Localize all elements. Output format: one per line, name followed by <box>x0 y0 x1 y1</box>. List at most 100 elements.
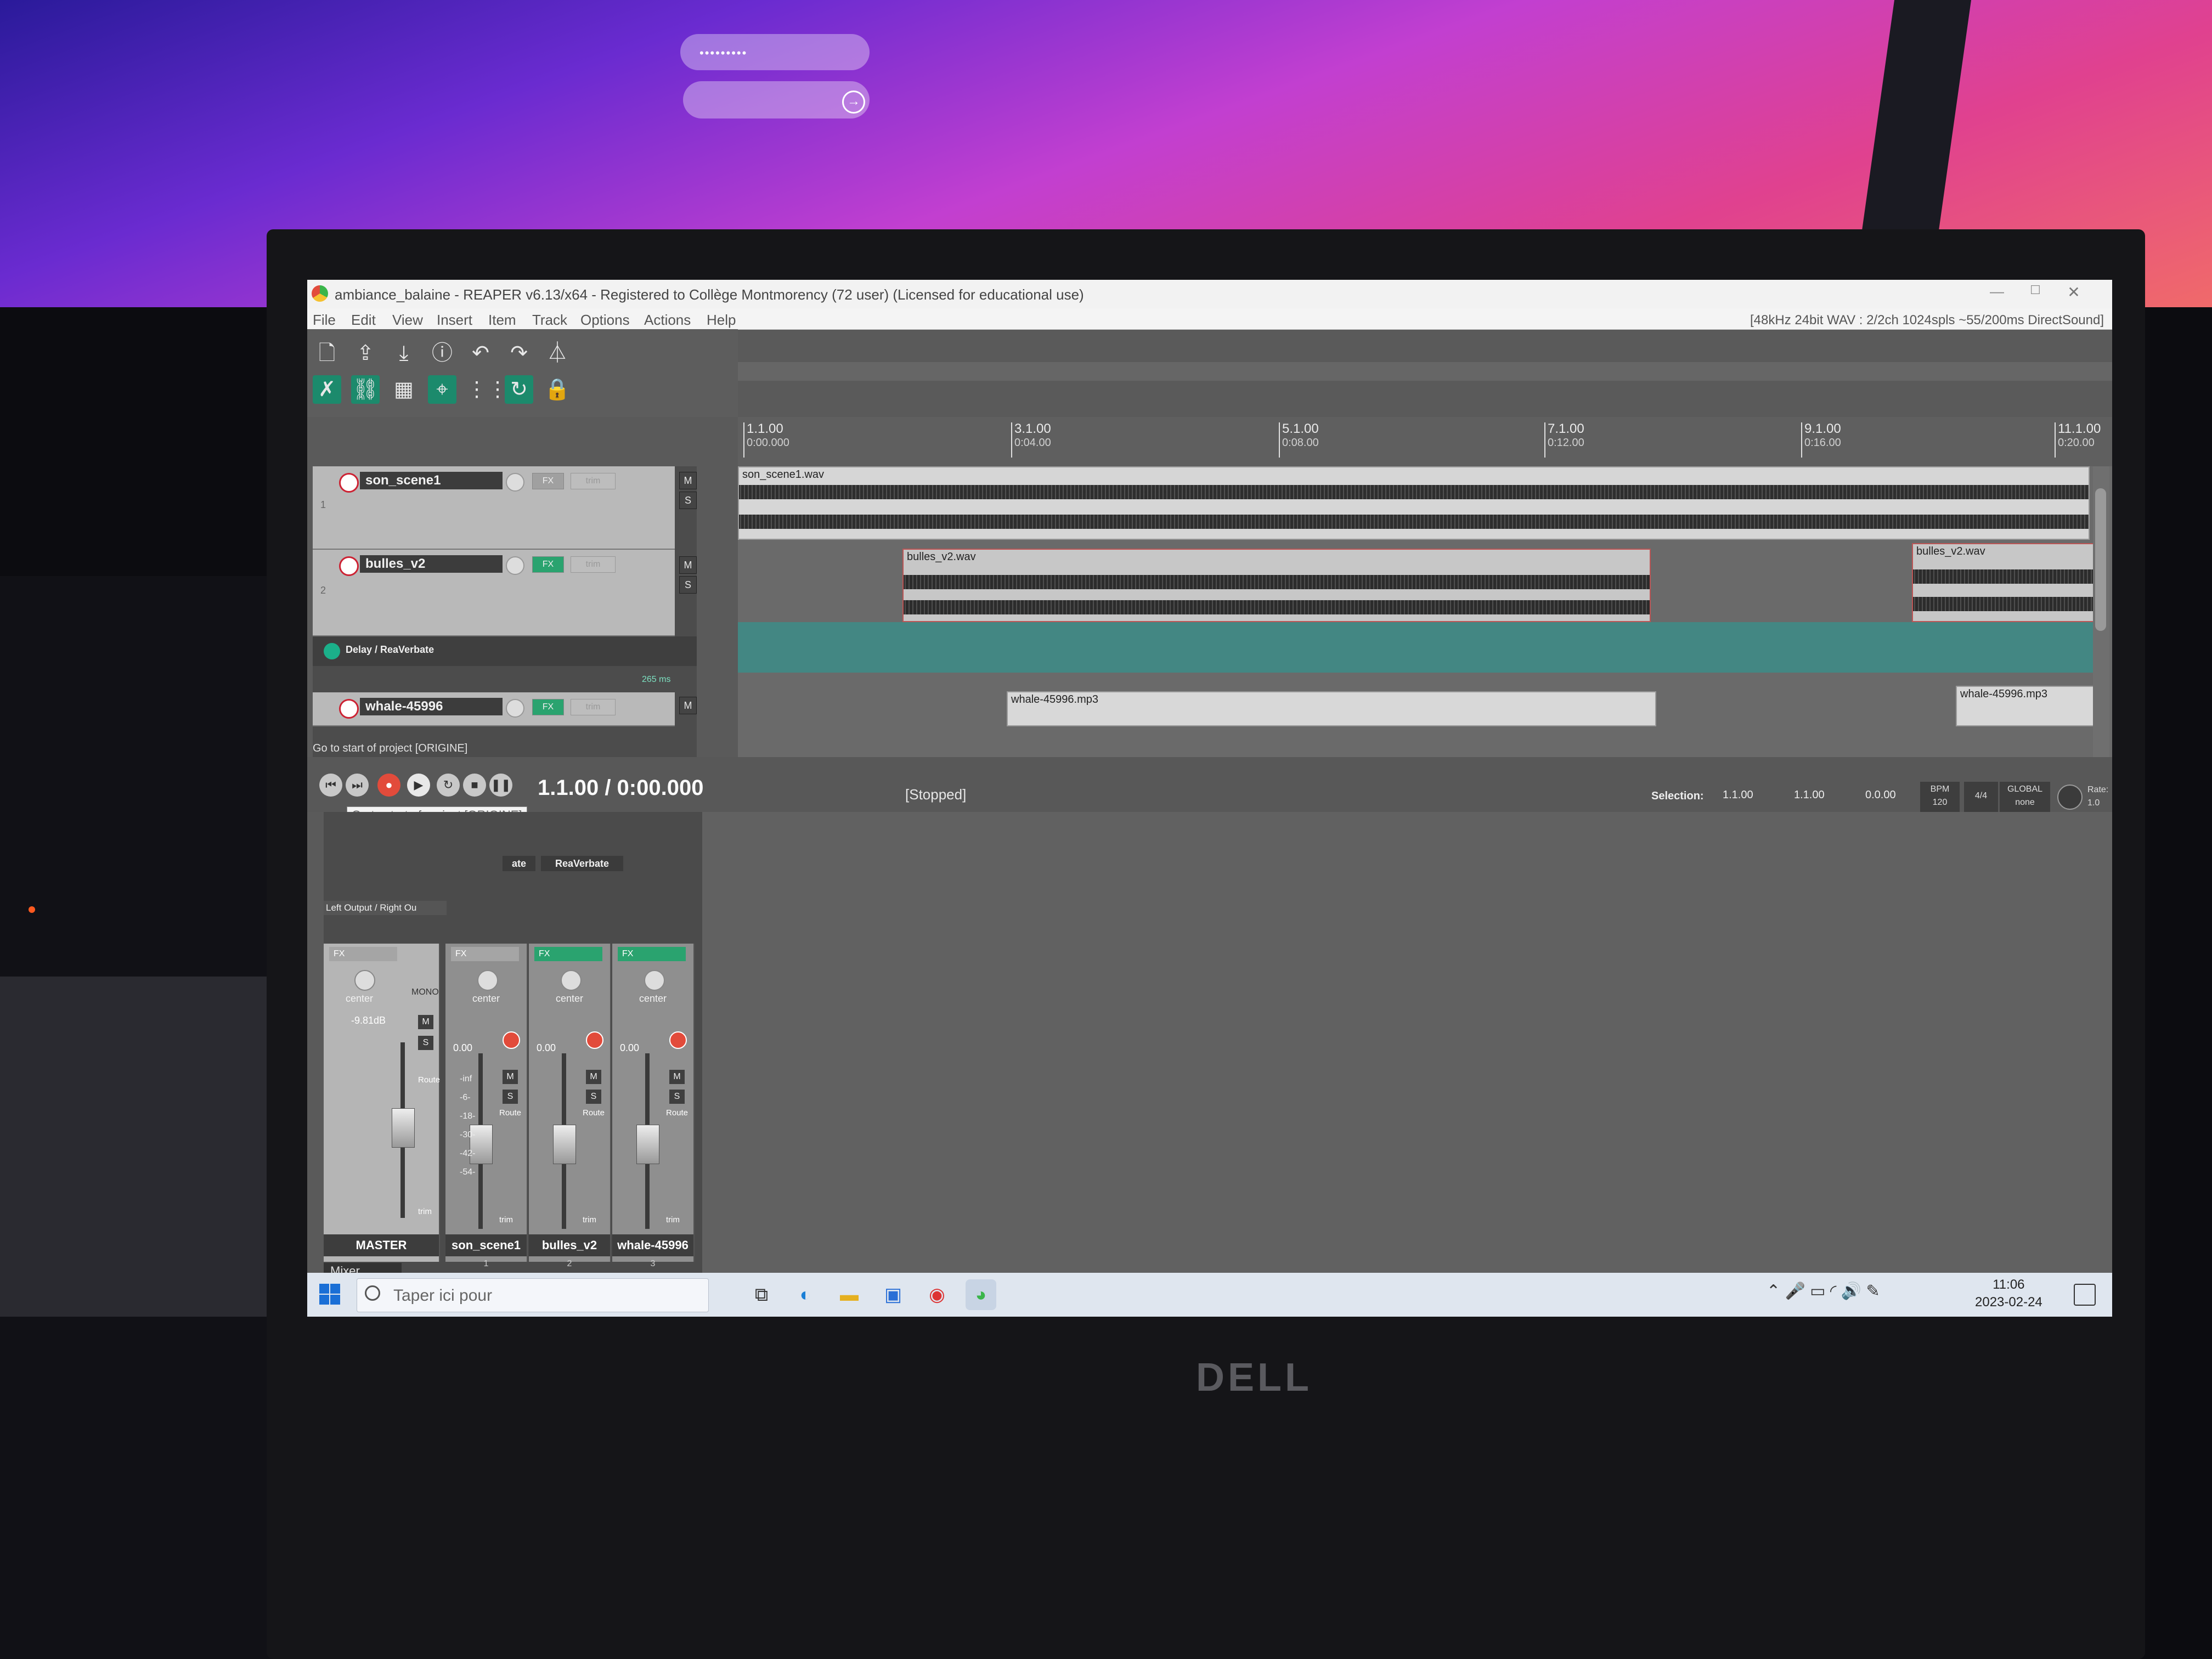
route-button[interactable]: Route <box>583 1108 605 1118</box>
menu-track[interactable]: Track <box>532 312 567 329</box>
volume-fader[interactable] <box>553 1125 576 1164</box>
trim-button[interactable]: trim <box>499 1215 513 1224</box>
redo-icon[interactable]: ↷ <box>505 339 533 368</box>
trim-button[interactable]: trim <box>583 1215 596 1224</box>
fx-button[interactable]: FX <box>532 699 564 715</box>
media-item-son-scene1[interactable]: son_scene1.wav <box>738 466 2090 540</box>
record-arm-button[interactable] <box>503 1031 520 1049</box>
arrange-view[interactable]: son_scene1.wav bulles_v2.wav bulles_v2.w… <box>738 466 2112 774</box>
mute-button[interactable]: M <box>679 697 697 714</box>
mute-button[interactable]: M <box>586 1070 601 1084</box>
minimize-button[interactable]: — <box>1986 283 2008 303</box>
media-item-whale[interactable]: whale-45996.mp3 <box>1007 691 1656 726</box>
route-button[interactable]: Route <box>666 1108 688 1118</box>
track-panel-whale[interactable]: whale-45996 FX trim <box>313 692 675 726</box>
mute-button[interactable]: M <box>669 1070 685 1084</box>
maximize-button[interactable]: ☐ <box>2024 283 2046 303</box>
rate-knob[interactable] <box>2057 785 2083 810</box>
route-button[interactable]: Route <box>499 1108 521 1118</box>
reaper-taskbar-icon[interactable]: ◕ <box>966 1279 996 1310</box>
pan-knob[interactable] <box>354 970 375 991</box>
metronome-icon[interactable]: ⏃ <box>543 339 572 368</box>
master-output-routing[interactable]: Left Output / Right Ou <box>324 901 447 915</box>
go-to-start-button[interactable]: ⏮ <box>319 774 342 797</box>
solo-button[interactable]: S <box>669 1090 685 1104</box>
timeline-ruler[interactable]: 1.1.00 0:00.000 3.1.00 0:04.00 5.1.00 0:08.… <box>738 417 2112 467</box>
lock-icon[interactable]: 🔒 <box>543 375 572 404</box>
grid-icon[interactable]: ▦ <box>390 375 418 404</box>
mute-button[interactable]: M <box>503 1070 518 1084</box>
volume-knob[interactable] <box>506 699 524 718</box>
mute-button[interactable]: M <box>679 556 697 574</box>
record-button[interactable]: ● <box>377 774 400 797</box>
go-to-end-button[interactable]: ⏭ <box>346 774 369 797</box>
volume-fader[interactable] <box>392 1108 415 1148</box>
fx-button[interactable]: FX <box>532 556 564 573</box>
solo-button[interactable]: S <box>503 1090 518 1104</box>
trim-button[interactable]: trim <box>418 1207 432 1216</box>
route-button[interactable]: Route <box>418 1075 440 1085</box>
track-name[interactable]: son_scene1 <box>360 472 503 489</box>
fx-button[interactable]: FX <box>534 947 602 961</box>
bpm-box[interactable]: BPM 120 <box>1920 782 1960 814</box>
file-explorer-icon[interactable]: ▬ <box>834 1279 865 1310</box>
pan-knob[interactable] <box>561 970 582 991</box>
store-icon[interactable]: ▣ <box>878 1279 909 1310</box>
envelope-lane[interactable] <box>738 622 2093 673</box>
volume-knob[interactable] <box>506 556 524 575</box>
undo-icon[interactable]: ↶ <box>466 339 495 368</box>
play-button[interactable]: ▶ <box>407 774 430 797</box>
automation-trim-button[interactable]: trim <box>571 473 616 489</box>
media-item-bulles-v2[interactable]: bulles_v2.wav <box>902 549 1651 622</box>
save-icon[interactable]: ⤓ <box>390 339 418 368</box>
taskbar-search-box[interactable]: Taper ici pour <box>357 1278 709 1312</box>
mute-button[interactable]: M <box>418 1015 433 1029</box>
windows-start-icon[interactable] <box>319 1284 341 1306</box>
snap-icon[interactable]: ⌖ <box>428 375 456 404</box>
fx-button[interactable]: FX <box>329 947 397 961</box>
dots-icon[interactable]: ⋮⋮ <box>466 375 508 404</box>
record-arm-button[interactable] <box>339 473 359 493</box>
menu-actions[interactable]: Actions <box>644 312 691 329</box>
loop-icon[interactable]: ↻ <box>505 375 533 404</box>
pan-knob[interactable] <box>644 970 665 991</box>
time-display[interactable]: 1.1.00 / 0:00.000 <box>538 776 703 800</box>
envelope-lane-header[interactable]: Delay / ReaVerbate <box>313 636 697 666</box>
volume-fader[interactable] <box>636 1125 659 1164</box>
solo-button[interactable]: S <box>679 492 697 509</box>
track-panel-son-scene1[interactable]: son_scene1 FX trim 1 <box>313 466 675 550</box>
global-automation-box[interactable]: GLOBAL none <box>2000 782 2050 814</box>
solo-button[interactable]: S <box>679 576 697 594</box>
fx-button[interactable]: FX <box>532 473 564 489</box>
menu-view[interactable]: View <box>392 312 423 329</box>
envelope-power-icon[interactable] <box>324 643 340 659</box>
menu-help[interactable]: Help <box>707 312 736 329</box>
mute-button[interactable]: M <box>679 472 697 489</box>
volume-knob[interactable] <box>506 473 524 492</box>
vertical-scrollbar-thumb[interactable] <box>2095 488 2106 631</box>
task-view-icon[interactable]: ⧉ <box>746 1279 777 1310</box>
fx-button[interactable]: FX <box>618 947 686 961</box>
selection-end[interactable]: 1.1.00 <box>1794 789 1825 802</box>
fx-button[interactable]: FX <box>451 947 519 961</box>
selection-length[interactable]: 0.0.00 <box>1865 789 1896 802</box>
open-icon[interactable]: ⇪ <box>351 339 380 368</box>
link-icon[interactable]: ⛓ <box>351 375 380 404</box>
record-arm-button[interactable] <box>339 556 359 576</box>
notification-icon[interactable] <box>2074 1284 2096 1306</box>
mono-label[interactable]: MONO <box>411 988 439 997</box>
new-file-icon[interactable]: 🗋 <box>313 339 341 368</box>
ripple-icon[interactable]: ✗ <box>313 375 341 404</box>
menu-insert[interactable]: Insert <box>437 312 472 329</box>
automation-trim-button[interactable]: trim <box>571 556 616 573</box>
menu-edit[interactable]: Edit <box>351 312 376 329</box>
automation-trim-button[interactable]: trim <box>571 699 616 715</box>
menu-item[interactable]: Item <box>488 312 516 329</box>
trim-button[interactable]: trim <box>666 1215 680 1224</box>
chrome-icon[interactable]: ◉ <box>922 1279 952 1310</box>
selection-start[interactable]: 1.1.00 <box>1723 789 1753 802</box>
media-item-whale[interactable]: whale-45996.mp3 <box>1956 686 2095 726</box>
solo-button[interactable]: S <box>418 1036 433 1050</box>
media-item-bulles-v2[interactable]: bulles_v2.wav <box>1912 543 2095 622</box>
stop-button[interactable]: ■ <box>463 774 486 797</box>
